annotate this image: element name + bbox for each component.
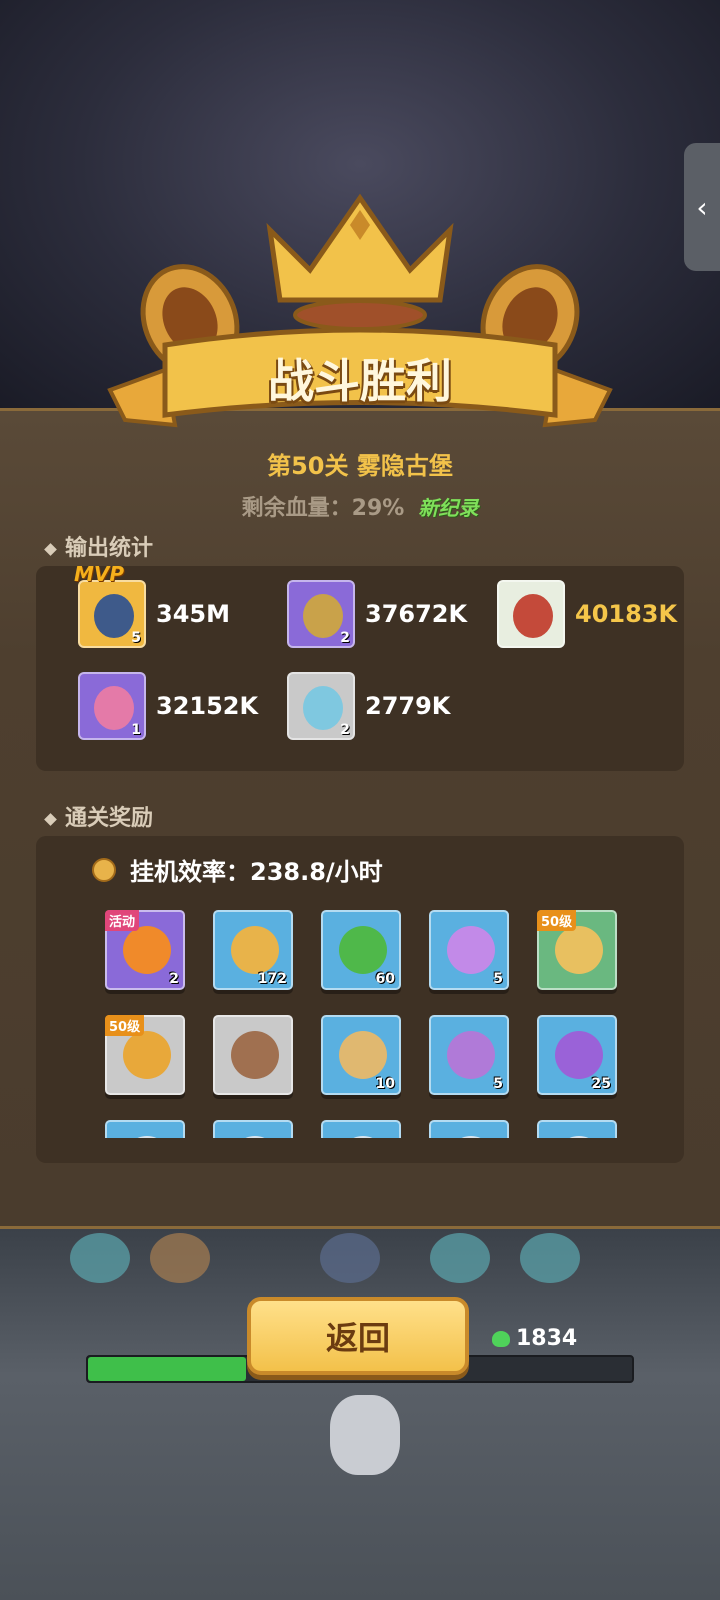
- scroll-icon: [123, 1136, 171, 1138]
- reward-count: 172: [257, 971, 287, 987]
- ally-unit: [320, 1233, 380, 1283]
- amulet-icon: [123, 1031, 171, 1079]
- damage-row: 2 2779K: [287, 672, 450, 740]
- base-hp-fill: [88, 1357, 246, 1381]
- reward-tag: 活动: [105, 910, 140, 931]
- torch-icon: [123, 926, 171, 974]
- reward-tag: 50级: [537, 910, 577, 931]
- reward-count: 5: [493, 1076, 503, 1092]
- reward-item[interactable]: [429, 1120, 509, 1138]
- reward-section-title-text: 通关奖励: [65, 806, 154, 831]
- armor-icon: [555, 926, 603, 974]
- hero-portrait[interactable]: 2: [287, 580, 355, 648]
- collapse-side-panel-button[interactable]: ‹: [684, 143, 720, 271]
- mask-icon: [231, 1031, 279, 1079]
- reward-item[interactable]: 50级: [537, 910, 617, 990]
- purple-emblem-icon: [447, 1031, 495, 1079]
- scroll-icon: [447, 1136, 495, 1138]
- hero-face-icon: [303, 594, 343, 638]
- coin-icon: [92, 857, 116, 882]
- hero-face-icon: [94, 594, 134, 638]
- gold-coin-icon: [231, 926, 279, 974]
- reward-grid[interactable]: 活动 2 172 60 5 50级 50级 10 5 25: [105, 910, 625, 1138]
- hero-face-icon: [303, 686, 343, 730]
- mystery-orb-icon: [555, 1031, 603, 1079]
- bronze-emblem-icon: [339, 1031, 387, 1079]
- hero-face-icon: [94, 686, 134, 730]
- stage-label: 第50关 雾隐古堡: [267, 452, 453, 480]
- hero-level: 2: [340, 630, 350, 646]
- hp-remaining-line: 剩余血量：29% 新纪录: [0, 490, 720, 522]
- reward-item[interactable]: [213, 1015, 293, 1095]
- damage-value: 37672K: [365, 600, 468, 628]
- base-hp-count: 1834: [492, 1326, 577, 1351]
- scroll-icon: [231, 1136, 279, 1138]
- reward-item[interactable]: 5: [429, 910, 509, 990]
- reward-count: 60: [375, 971, 395, 987]
- diamond-bullet-icon: [44, 542, 57, 556]
- reward-item[interactable]: 活动 2: [105, 910, 185, 990]
- hero-level: 2: [340, 722, 350, 738]
- damage-value: 40183K: [575, 600, 678, 628]
- reward-item[interactable]: 5: [429, 1015, 509, 1095]
- hero-face-icon: [513, 594, 553, 638]
- reward-item[interactable]: [105, 1120, 185, 1138]
- base-hp-value: 1834: [516, 1326, 578, 1351]
- scroll-icon: [339, 1136, 387, 1138]
- reward-count: 25: [591, 1076, 611, 1092]
- reward-count: 2: [169, 971, 179, 987]
- ally-unit: [70, 1233, 130, 1283]
- damage-value: 2779K: [365, 692, 451, 720]
- damage-section-title-text: 输出统计: [65, 536, 154, 561]
- hero-portrait[interactable]: [497, 580, 565, 648]
- damage-row: 1 32152K: [78, 672, 258, 740]
- reward-section-title: 通关奖励: [44, 800, 154, 832]
- scroll-icon: [555, 1136, 603, 1138]
- reward-item[interactable]: 25: [537, 1015, 617, 1095]
- hero-level: 1: [131, 722, 141, 738]
- diamond-bullet-icon: [44, 812, 57, 826]
- reward-item[interactable]: [321, 1120, 401, 1138]
- ally-unit: [520, 1233, 580, 1283]
- purple-crystal-icon: [447, 926, 495, 974]
- damage-section-title: 输出统计: [44, 530, 154, 562]
- damage-value: 345M: [156, 600, 230, 628]
- back-button[interactable]: 返回: [247, 1297, 469, 1375]
- ally-unit: [430, 1233, 490, 1283]
- reward-item[interactable]: 60: [321, 910, 401, 990]
- reward-item[interactable]: [213, 1120, 293, 1138]
- reward-item[interactable]: [537, 1120, 617, 1138]
- hero-portrait[interactable]: 5 MVP: [74, 562, 146, 648]
- reward-tag: 50级: [105, 1015, 145, 1036]
- chevron-left-icon: ‹: [696, 190, 708, 224]
- idle-efficiency: 挂机效率：238.8/小时: [92, 852, 383, 887]
- ally-unit: [150, 1233, 210, 1283]
- heart-icon: [492, 1330, 510, 1347]
- reward-item[interactable]: 10: [321, 1015, 401, 1095]
- damage-value: 32152K: [156, 692, 259, 720]
- reward-item[interactable]: 50级: [105, 1015, 185, 1095]
- reward-count: 10: [375, 1076, 395, 1092]
- hp-remaining-text: 剩余血量：29%: [241, 496, 405, 521]
- reward-item[interactable]: 172: [213, 910, 293, 990]
- new-record-badge: 新纪录: [418, 496, 479, 520]
- player-hero: [330, 1395, 400, 1475]
- hero-portrait[interactable]: 1: [78, 672, 146, 740]
- reward-count: 5: [493, 971, 503, 987]
- damage-row: 2 37672K: [287, 580, 467, 648]
- idle-efficiency-text: 挂机效率：238.8/小时: [130, 858, 383, 886]
- hero-level: 5: [131, 630, 141, 646]
- hero-portrait[interactable]: 2: [287, 672, 355, 740]
- damage-row: 40183K: [497, 580, 677, 648]
- exp-orb-icon: [339, 926, 387, 974]
- damage-row: 5 MVP 345M: [74, 562, 230, 648]
- mvp-badge: MVP: [74, 562, 125, 586]
- victory-title: 战斗胜利: [268, 354, 452, 408]
